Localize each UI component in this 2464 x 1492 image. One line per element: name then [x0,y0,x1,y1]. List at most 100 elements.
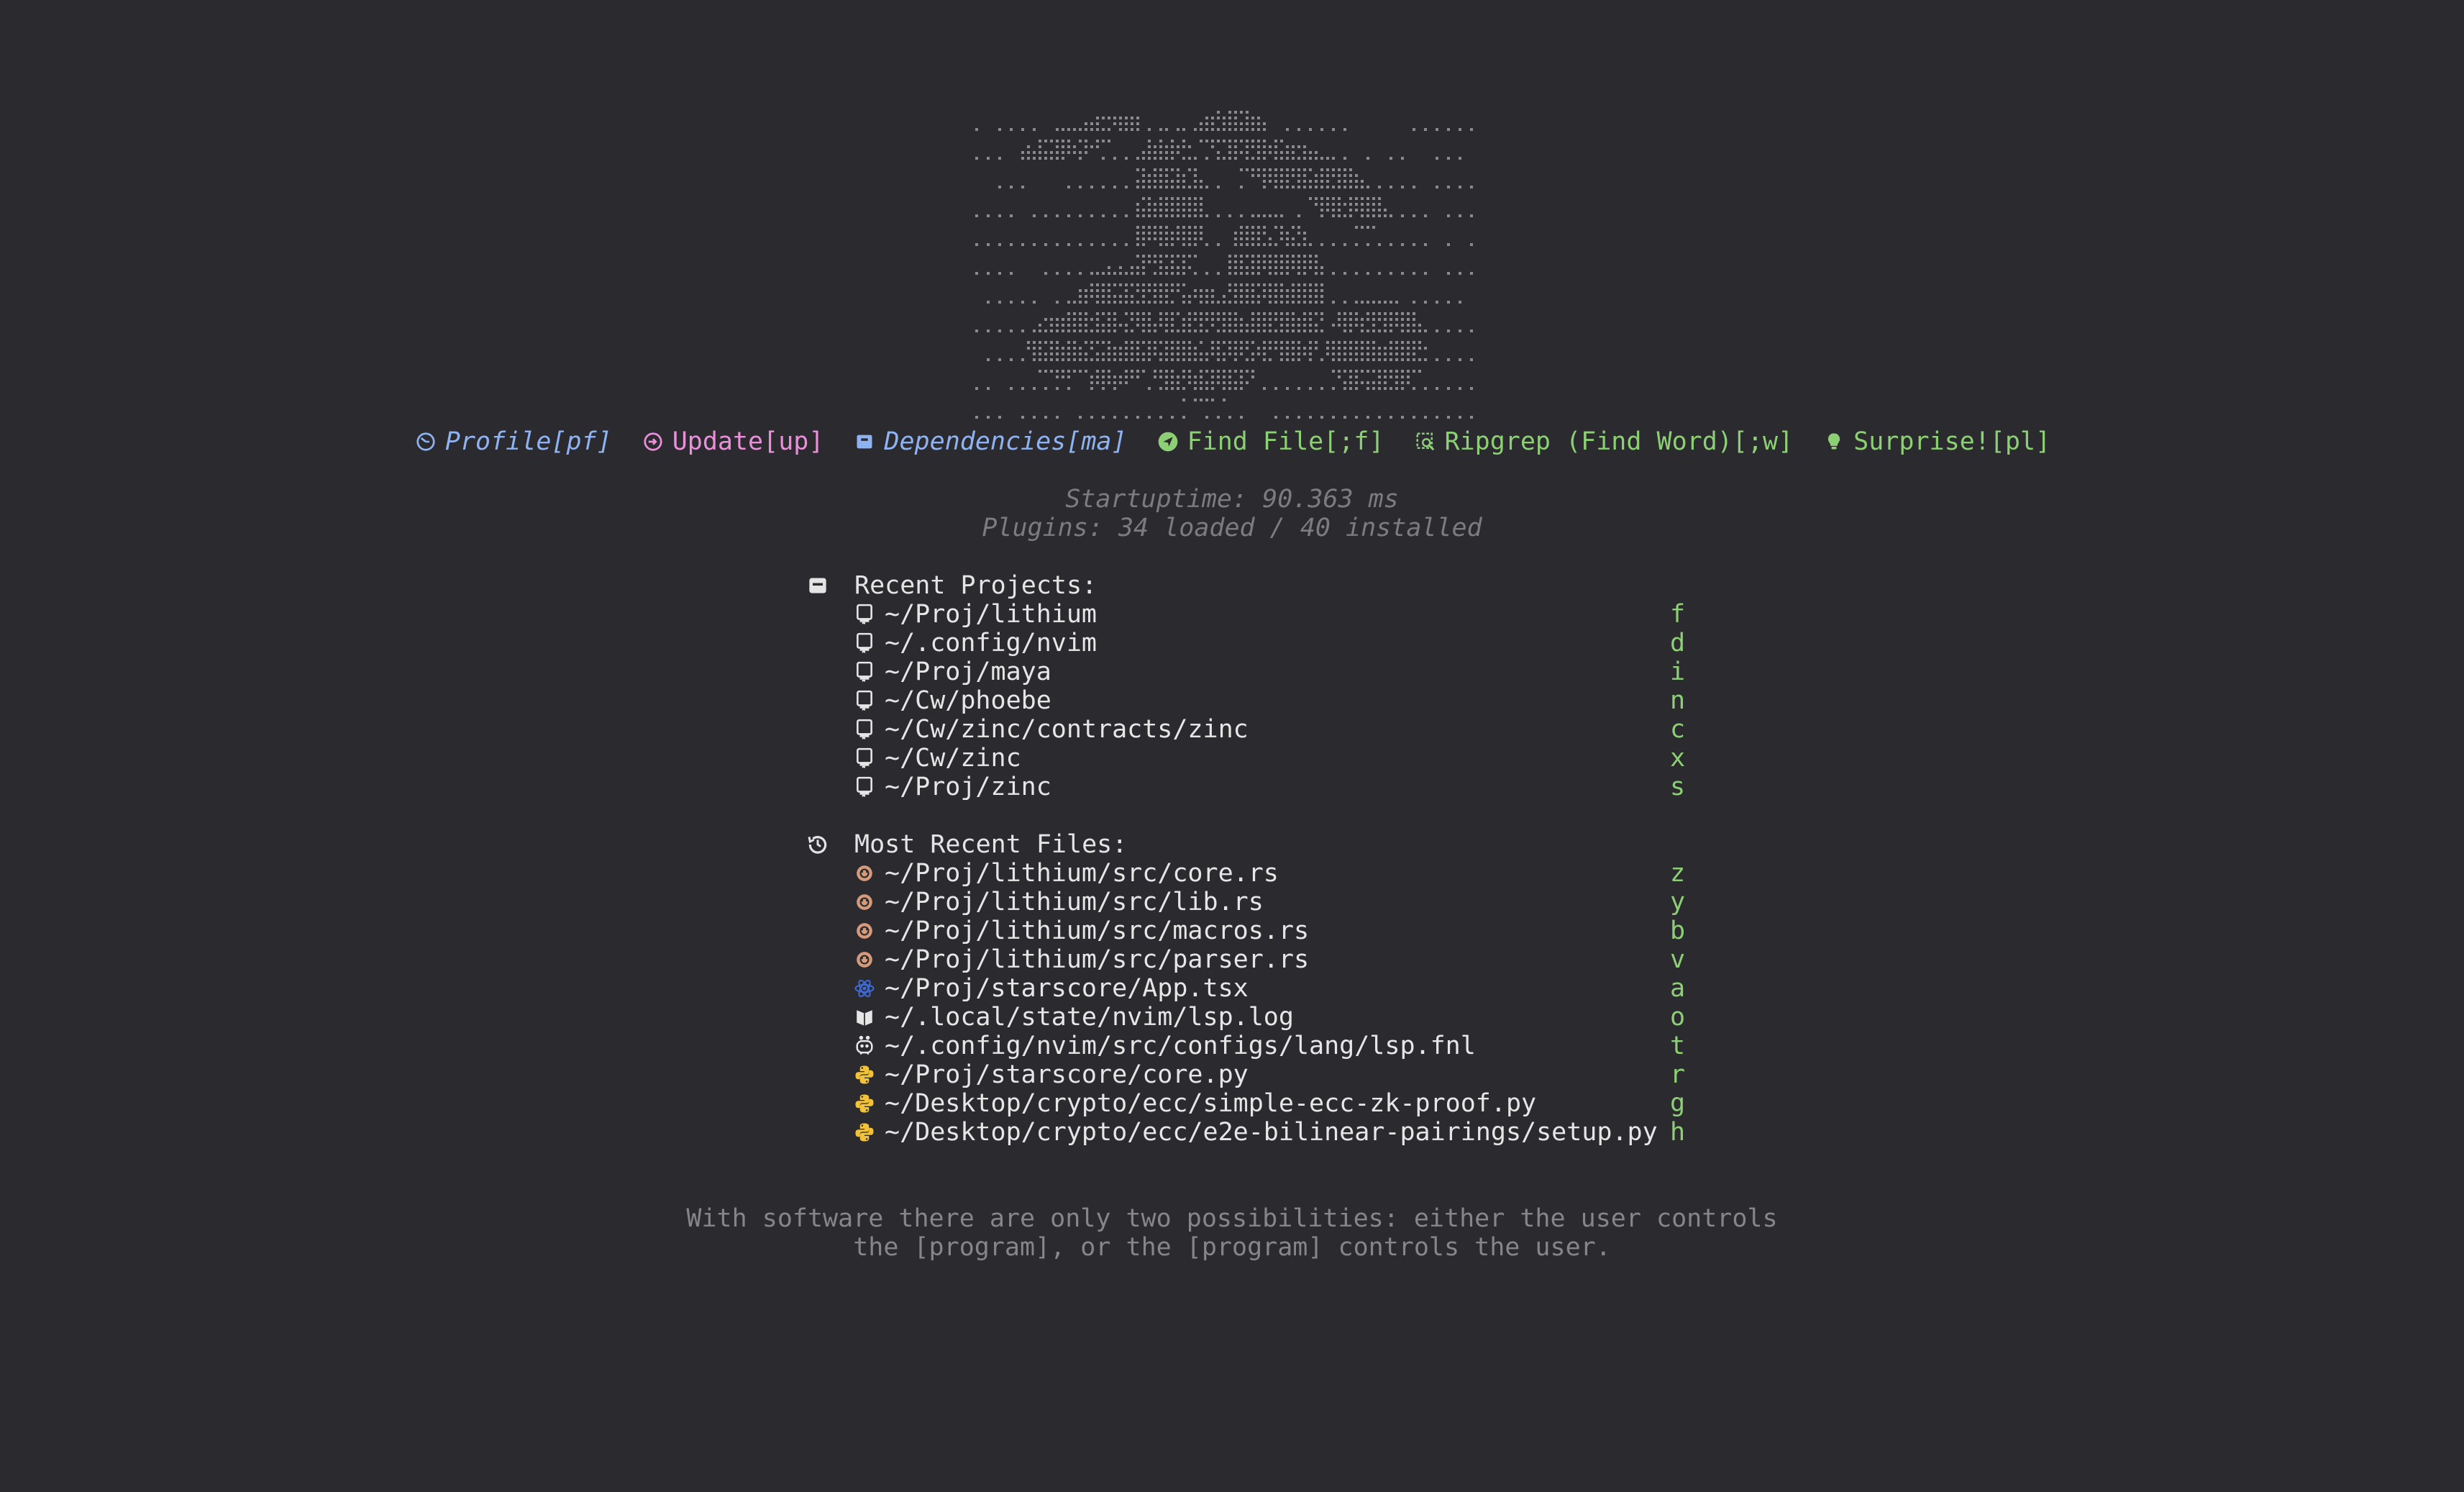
log-icon [853,1005,876,1029]
recent-projects-header: Recent Projects: [806,571,1697,600]
history-icon [806,832,830,857]
telescope-icon [1156,426,1180,458]
file-path: ~/Desktop/crypto/ecc/simple-ecc-zk-proof… [885,1089,1537,1118]
shortcut-key: d [1670,629,1686,658]
surprise-button[interactable]: Surprise![pl] [1822,426,2050,458]
shortcut-key: n [1670,686,1686,715]
recent-files-header: Most Recent Files: [806,830,1697,859]
file-path: ~/Proj/lithium/src/lib.rs [885,888,1264,916]
file-path: ~/Desktop/crypto/ecc/e2e-bilinear-pairin… [885,1118,1658,1147]
react-icon [853,976,876,1001]
project-path: ~/Cw/zinc/contracts/zinc [885,715,1249,744]
shortcut-key: o [1670,1003,1686,1032]
shortcut-key: x [1670,744,1686,773]
file-item[interactable]: ~/Proj/lithium/src/lib.rs y [806,888,1697,916]
project-path: ~/Proj/maya [885,658,1051,686]
shortcut-key: z [1670,859,1686,888]
project-item[interactable]: ~/Cw/zinc/contracts/zinc c [806,715,1697,744]
python-icon [853,1091,876,1116]
header-art [975,111,1473,419]
shortcut-key: f [1670,600,1686,629]
python-icon [853,1063,876,1087]
shortcut-key: g [1670,1089,1686,1118]
rust-icon [853,947,876,972]
file-item[interactable]: ~/Desktop/crypto/ecc/e2e-bilinear-pairin… [806,1118,1697,1147]
file-item[interactable]: ~/.local/state/nvim/lsp.log o [806,1003,1697,1032]
rust-icon [853,919,876,943]
update-icon [641,426,665,458]
shortcut-key: v [1670,945,1686,974]
repo-icon [853,775,876,799]
shortcut-key: b [1670,916,1686,945]
quote-line-1: With software there are only two possibi… [686,1204,1778,1233]
project-path: ~/Cw/phoebe [885,686,1051,715]
recent-projects-title: Recent Projects: [854,571,1098,600]
project-path: ~/Proj/lithium [885,600,1098,629]
repo-icon [853,631,876,655]
update-button-label: Update[up] [672,427,824,456]
project-item[interactable]: ~/Proj/maya i [806,658,1697,686]
action-bar: Profile[pf] Update[up] Dependencies[ma] … [0,426,2464,458]
file-item[interactable]: ~/.config/nvim/src/configs/lang/lsp.fnl t [806,1032,1697,1060]
file-path: ~/Proj/starscore/App.tsx [885,974,1249,1003]
file-item[interactable]: ~/Proj/lithium/src/macros.rs b [806,916,1697,945]
project-path: ~/Cw/zinc [885,744,1021,773]
plugins-text: Plugins: 34 loaded / 40 installed [982,514,1482,542]
file-path: ~/Proj/lithium/src/macros.rs [885,916,1310,945]
file-path: ~/.local/state/nvim/lsp.log [885,1003,1294,1032]
python-icon [853,1120,876,1145]
project-path: ~/.config/nvim [885,629,1098,658]
ripgrep-button[interactable]: Ripgrep (Find Word)[;w] [1413,426,1794,458]
dependencies-button[interactable]: Dependencies[ma] [852,426,1127,458]
shortcut-key: a [1670,974,1686,1003]
quote-line-2: the [program], or the [program] controls… [853,1233,1611,1262]
file-item[interactable]: ~/Desktop/crypto/ecc/simple-ecc-zk-proof… [806,1089,1697,1118]
shortcut-key: y [1670,888,1686,916]
startuptime-text: Startuptime: 90.363 ms [1065,485,1399,514]
find-file-button[interactable]: Find File[;f] [1156,426,1384,458]
fennel-icon [853,1034,876,1058]
file-item[interactable]: ~/Proj/lithium/src/parser.rs v [806,945,1697,974]
dependencies-button-label: Dependencies[ma] [884,427,1127,456]
folder-icon [806,573,830,598]
project-item[interactable]: ~/.config/nvim d [806,629,1697,658]
repo-icon [853,717,876,742]
repo-icon [853,660,876,684]
recent-files-section: Most Recent Files: ~/Proj/lithium/src/co… [806,830,1697,1147]
surprise-button-label: Surprise![pl] [1853,427,2051,456]
profile-button-label: Profile[pf] [444,427,612,456]
project-item[interactable]: ~/Cw/zinc x [806,744,1697,773]
file-path: ~/.config/nvim/src/configs/lang/lsp.fnl [885,1032,1476,1060]
file-path: ~/Proj/lithium/src/parser.rs [885,945,1310,974]
project-item[interactable]: ~/Proj/lithium f [806,600,1697,629]
shortcut-key: s [1670,773,1686,801]
profile-icon [414,426,438,458]
rust-icon [853,890,876,914]
file-item[interactable]: ~/Proj/starscore/core.py r [806,1060,1697,1089]
update-button[interactable]: Update[up] [641,426,824,458]
profile-button[interactable]: Profile[pf] [414,426,612,458]
shortcut-key: h [1670,1118,1686,1147]
shortcut-key: i [1670,658,1686,686]
shortcut-key: t [1670,1032,1686,1060]
project-path: ~/Proj/zinc [885,773,1051,801]
project-item[interactable]: ~/Cw/phoebe n [806,686,1697,715]
shortcut-key: c [1670,715,1686,744]
repo-icon [853,602,876,627]
recent-files-title: Most Recent Files: [854,830,1128,859]
ripgrep-button-label: Ripgrep (Find Word)[;w] [1444,427,1794,456]
file-item[interactable]: ~/Proj/starscore/App.tsx a [806,974,1697,1003]
file-path: ~/Proj/lithium/src/core.rs [885,859,1279,888]
search-icon [1413,426,1438,458]
lightbulb-icon [1822,426,1846,458]
file-item[interactable]: ~/Proj/lithium/src/core.rs z [806,859,1697,888]
file-path: ~/Proj/starscore/core.py [885,1060,1249,1089]
project-item[interactable]: ~/Proj/zinc s [806,773,1697,801]
repo-icon [853,688,876,713]
rust-icon [853,861,876,886]
recent-projects-section: Recent Projects: ~/Proj/lithium f ~/.confi… [806,571,1697,801]
repo-icon [853,746,876,770]
package-icon [852,426,877,458]
find-file-button-label: Find File[;f] [1187,427,1384,456]
shortcut-key: r [1670,1060,1686,1089]
